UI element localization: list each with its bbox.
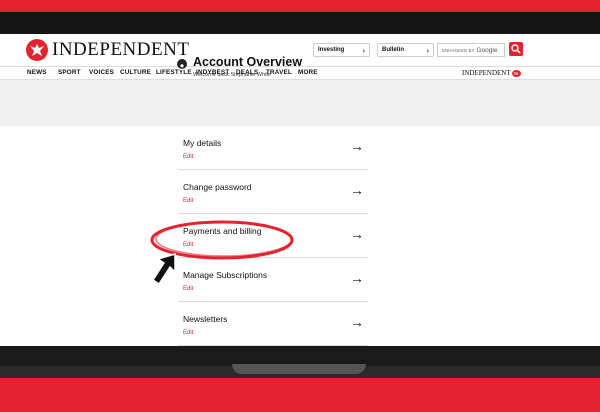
laptop-hinge-notch <box>232 364 366 374</box>
eagle-logo-icon <box>26 39 48 61</box>
nav-culture[interactable]: CULTURE <box>120 69 151 76</box>
nav-logo-text: INDEPENDENT <box>462 69 511 77</box>
independent-tv-logo[interactable]: INDEPENDENT tv <box>462 69 521 77</box>
list-item-my-details[interactable]: My details Edit → <box>178 126 368 170</box>
background-top <box>0 0 600 12</box>
edit-link[interactable]: Edit <box>183 286 193 292</box>
nav-news[interactable]: NEWS <box>27 69 47 76</box>
arrow-right-icon[interactable]: → <box>350 138 364 154</box>
search-input[interactable]: ENHANCED BY Google <box>437 43 505 57</box>
list-item-newsletters[interactable]: Newsletters Edit → <box>178 302 368 346</box>
item-title: Change password <box>183 182 252 192</box>
arrow-right-icon[interactable]: → <box>350 182 364 198</box>
nav-more[interactable]: MORE <box>298 69 318 76</box>
arrow-right-icon[interactable]: → <box>350 314 364 330</box>
investing-dropdown[interactable]: Investing › <box>313 43 370 57</box>
welcome-text: Welcome back Stephanie White <box>193 72 271 78</box>
background-bottom <box>0 378 600 412</box>
mouse-pointer-icon <box>151 252 176 286</box>
user-circle-icon <box>177 59 187 70</box>
investing-label: Investing <box>318 47 345 53</box>
chevron-right-icon: › <box>362 45 365 55</box>
list-item-change-password[interactable]: Change password Edit → <box>178 170 368 214</box>
item-title: My details <box>183 138 222 148</box>
laptop-bottom-bezel <box>0 346 600 366</box>
chevron-right-icon: › <box>426 45 429 55</box>
search-button[interactable] <box>509 42 523 56</box>
item-title: Manage Subscriptions <box>183 270 268 280</box>
search-enhanced-label: ENHANCED BY <box>442 47 475 53</box>
search-brand: Google <box>476 46 498 54</box>
list-item-manage-subscriptions[interactable]: Manage Subscriptions Edit → <box>178 258 368 302</box>
edit-link[interactable]: Edit <box>183 154 193 160</box>
item-title: Newsletters <box>183 314 228 324</box>
arrow-right-icon[interactable]: → <box>350 270 364 286</box>
search-icon <box>511 44 521 54</box>
account-banner <box>0 80 600 126</box>
nav-sport[interactable]: SPORT <box>58 69 81 76</box>
bulletin-dropdown[interactable]: Bulletin › <box>377 43 434 57</box>
edit-link[interactable]: Edit <box>183 198 193 204</box>
site-logo[interactable]: INDEPENDENT <box>26 39 189 61</box>
tv-badge: tv <box>511 69 521 77</box>
nav-voices[interactable]: VOICES <box>89 69 114 76</box>
arrow-right-icon[interactable]: → <box>350 226 364 242</box>
page-title: Account Overview <box>193 55 303 69</box>
edit-link[interactable]: Edit <box>183 330 193 336</box>
laptop-bezel <box>0 12 600 38</box>
site-wordmark: INDEPENDENT <box>52 39 190 60</box>
bulletin-label: Bulletin <box>382 47 404 53</box>
